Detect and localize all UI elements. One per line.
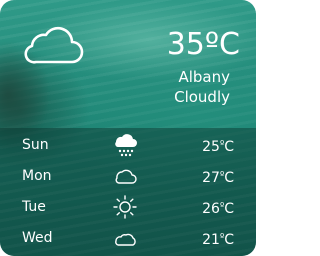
forecast-temp-value: 26 bbox=[202, 201, 220, 217]
cloud-icon bbox=[115, 169, 137, 184]
forecast-temp-value: 25 bbox=[202, 139, 220, 155]
city-name: Albany bbox=[178, 68, 230, 86]
forecast-temp: 26ºC bbox=[202, 198, 234, 218]
forecast-temp-value: 21 bbox=[202, 232, 220, 248]
forecast-row-wed[interactable]: Wed 21ºC bbox=[0, 223, 256, 253]
temperature-value: 35 bbox=[166, 27, 205, 62]
forecast-row-mon[interactable]: Mon 27ºC bbox=[0, 161, 256, 191]
snow-cloud-icon bbox=[115, 134, 137, 157]
temperature-unit: ºC bbox=[204, 27, 240, 62]
cloud-icon bbox=[115, 233, 136, 246]
celsius-unit: C bbox=[224, 201, 234, 217]
forecast-day: Sun bbox=[22, 137, 49, 153]
celsius-unit: C bbox=[224, 232, 234, 248]
forecast-temp: 25ºC bbox=[202, 136, 234, 156]
forecast-temp: 21ºC bbox=[202, 229, 234, 249]
forecast-day: Mon bbox=[22, 168, 52, 184]
forecast-temp: 27ºC bbox=[202, 167, 234, 187]
current-temperature: 35ºC bbox=[167, 28, 240, 62]
celsius-unit: C bbox=[224, 139, 234, 155]
forecast-row-tue[interactable]: Tue 26ºC bbox=[0, 192, 256, 222]
forecast-list: Sun 25ºC Mon 27ºC Tue 26ºC Wed 21ºC bbox=[0, 128, 256, 256]
cloud-icon bbox=[24, 26, 84, 64]
current-weather: 35ºC Albany Cloudly bbox=[0, 0, 256, 128]
forecast-day: Tue bbox=[22, 199, 46, 215]
sun-icon bbox=[113, 195, 137, 219]
celsius-unit: C bbox=[224, 170, 234, 186]
weather-condition: Cloudly bbox=[174, 88, 230, 106]
forecast-day: Wed bbox=[22, 230, 53, 246]
forecast-row-sun[interactable]: Sun 25ºC bbox=[0, 130, 256, 160]
weather-widget[interactable]: 35ºC Albany Cloudly Sun 25ºC Mon 27ºC Tu… bbox=[0, 0, 256, 256]
forecast-temp-value: 27 bbox=[202, 170, 220, 186]
